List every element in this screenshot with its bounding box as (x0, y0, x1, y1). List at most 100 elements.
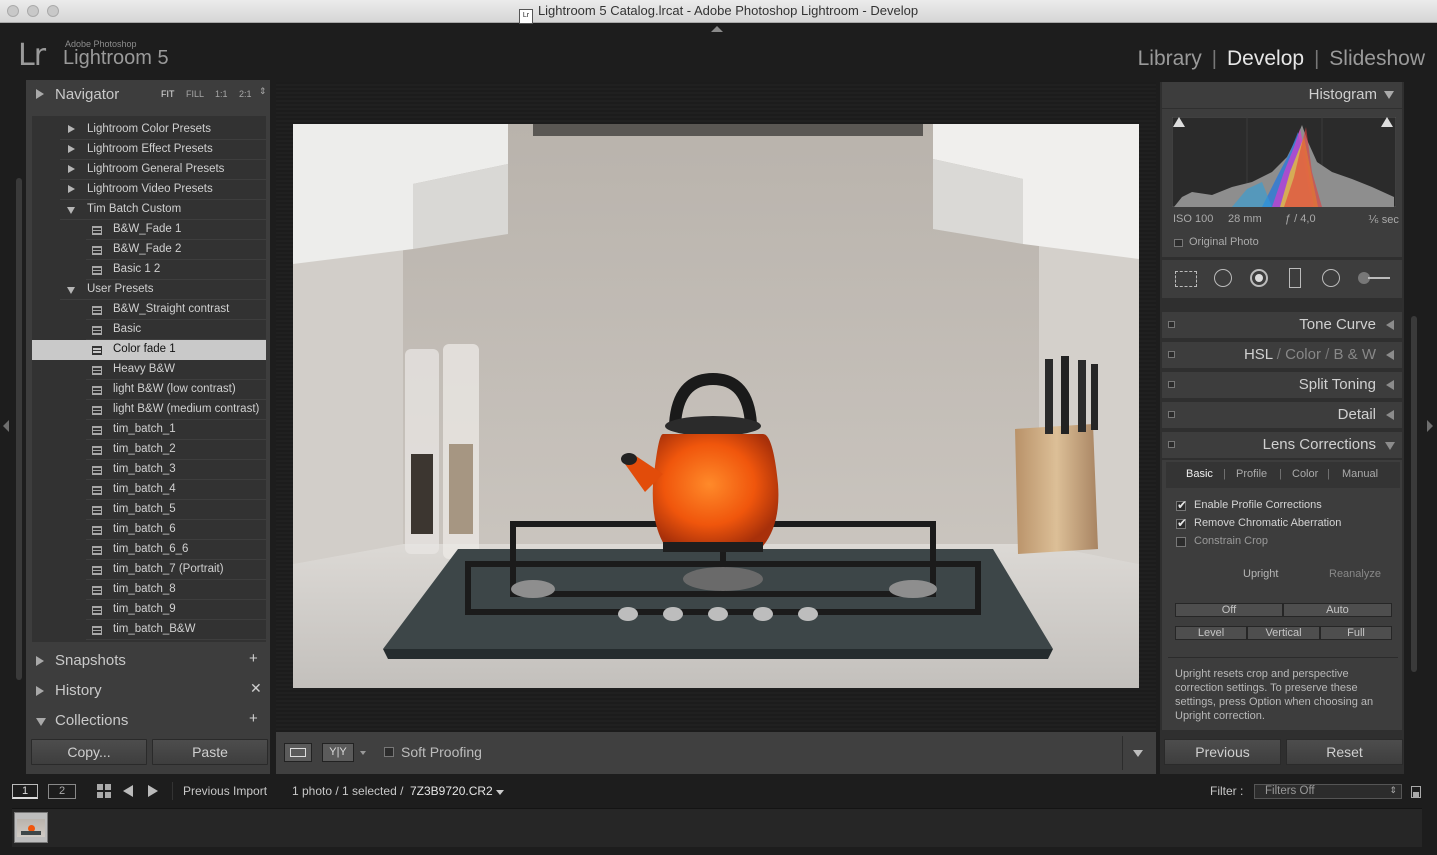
upright-off-button[interactable]: Off (1175, 603, 1283, 617)
filename-menu-icon[interactable] (496, 790, 504, 795)
preset-item[interactable]: Heavy B&W (32, 360, 266, 380)
lens-tab-profile[interactable]: Profile (1236, 468, 1267, 480)
split-toning-header[interactable]: Split Toning (1162, 372, 1402, 398)
bw-tab[interactable]: B & W (1333, 346, 1376, 363)
folder-collapsed-icon[interactable] (68, 145, 75, 153)
preset-folder[interactable]: Lightroom Color Presets (32, 120, 266, 140)
top-panel-toggle-icon[interactable] (711, 26, 723, 32)
before-after-button[interactable]: Y|Y (322, 743, 354, 762)
module-develop[interactable]: Develop (1227, 47, 1304, 70)
clear-history-icon[interactable]: ✕ (250, 680, 262, 697)
lens-tab-color[interactable]: Color (1292, 468, 1318, 480)
zoom-1-1[interactable]: 1:1 (215, 89, 228, 99)
preset-item[interactable]: tim_batch_5 (32, 500, 266, 520)
constrain-crop-checkbox[interactable] (1176, 537, 1186, 547)
remove-chromatic-aberration-checkbox[interactable] (1176, 516, 1187, 530)
photo-preview[interactable] (293, 124, 1139, 688)
reanalyze-button[interactable]: Reanalyze (1329, 568, 1381, 580)
add-snapshot-icon[interactable]: + (249, 650, 258, 667)
preset-item[interactable]: tim_batch_2 (32, 440, 266, 460)
preset-item[interactable]: Basic (32, 320, 266, 340)
zoom-fill[interactable]: FILL (186, 89, 204, 99)
previous-button[interactable]: Previous (1164, 739, 1281, 765)
filter-lock-icon[interactable] (1411, 786, 1421, 798)
zoom-more-icon[interactable]: ⇕ (259, 86, 267, 97)
preset-item[interactable]: tim_batch_6 (32, 520, 266, 540)
folder-collapsed-icon[interactable] (68, 165, 75, 173)
next-photo-icon[interactable] (148, 785, 158, 797)
preset-item[interactable]: Basic 1 2 (32, 260, 266, 280)
preset-folder[interactable]: Lightroom Video Presets (32, 180, 266, 200)
original-photo-checkbox[interactable] (1174, 239, 1183, 247)
split-toning-toggle[interactable] (1168, 381, 1175, 388)
filmstrip-thumbnail[interactable] (14, 812, 48, 843)
hsl-tab[interactable]: HSL (1244, 346, 1273, 363)
preset-item[interactable]: Color fade 1 (32, 340, 266, 360)
color-tab[interactable]: Color (1285, 346, 1321, 363)
preset-folder[interactable]: Lightroom Effect Presets (32, 140, 266, 160)
folder-expanded-icon[interactable] (67, 207, 75, 214)
module-library[interactable]: Library (1138, 47, 1202, 70)
secondary-window-button[interactable]: 2 (48, 784, 76, 799)
shadow-clipping-icon[interactable] (1173, 117, 1185, 127)
enable-profile-corrections-checkbox[interactable] (1176, 498, 1187, 512)
preset-item[interactable]: tim_batch_4 (32, 480, 266, 500)
add-collection-icon[interactable]: + (249, 710, 258, 727)
preset-item[interactable]: light B&W (medium contrast) (32, 400, 266, 420)
tone-curve-header[interactable]: Tone Curve (1162, 312, 1402, 338)
preset-item[interactable]: B&W_Fade 2 (32, 240, 266, 260)
snapshots-header[interactable]: Snapshots + (26, 647, 270, 675)
left-panel-toggle-icon[interactable] (3, 420, 9, 432)
soft-proofing-checkbox[interactable] (384, 747, 394, 757)
graduated-filter-icon[interactable] (1289, 268, 1301, 288)
lens-corrections-header[interactable]: Lens Corrections (1162, 432, 1402, 458)
history-header[interactable]: History ✕ (26, 677, 270, 705)
radial-filter-icon[interactable] (1322, 269, 1340, 287)
preset-item[interactable]: tim_batch_3 (32, 460, 266, 480)
reset-button[interactable]: Reset (1286, 739, 1403, 765)
zoom-fit[interactable]: FIT (161, 89, 175, 99)
upright-auto-button[interactable]: Auto (1283, 603, 1392, 617)
navigator-header[interactable]: Navigator FIT FILL 1:1 2:1 ⇕ (26, 80, 270, 108)
preset-item[interactable]: tim_batch_7 (Portrait) (32, 560, 266, 580)
before-after-menu-icon[interactable] (360, 751, 366, 755)
preset-item[interactable]: tim_batch_B&W (32, 620, 266, 640)
paste-settings-button[interactable]: Paste (152, 739, 268, 765)
loupe-view-button[interactable] (284, 743, 312, 762)
left-scrollbar[interactable] (16, 178, 22, 680)
zoom-2-1[interactable]: 2:1 (239, 89, 252, 99)
red-eye-icon[interactable] (1250, 269, 1268, 287)
histogram-header[interactable]: Histogram (1162, 82, 1402, 108)
highlight-clipping-icon[interactable] (1381, 117, 1393, 127)
detail-header[interactable]: Detail (1162, 402, 1402, 428)
lens-tab-basic[interactable]: Basic (1186, 468, 1213, 480)
lens-corrections-toggle[interactable] (1168, 441, 1175, 448)
module-slideshow[interactable]: Slideshow (1329, 47, 1425, 70)
right-scrollbar[interactable] (1411, 316, 1417, 672)
preset-item[interactable]: light B&W (low contrast) (32, 380, 266, 400)
preset-item[interactable]: tim_batch_6_6 (32, 540, 266, 560)
crop-tool-icon[interactable] (1175, 271, 1197, 287)
spot-removal-icon[interactable] (1214, 269, 1232, 287)
toolbar-menu-icon[interactable] (1133, 750, 1143, 757)
hsl-toggle[interactable] (1168, 351, 1175, 358)
preset-item[interactable]: tim_batch_1 (32, 420, 266, 440)
upright-vertical-button[interactable]: Vertical (1247, 626, 1320, 640)
preset-folder[interactable]: Lightroom General Presets (32, 160, 266, 180)
folder-collapsed-icon[interactable] (68, 125, 75, 133)
detail-toggle[interactable] (1168, 411, 1175, 418)
preset-item[interactable]: B&W_Straight contrast (32, 300, 266, 320)
preset-item[interactable]: tim_batch_9 (32, 600, 266, 620)
main-window-button[interactable]: 1 (12, 784, 38, 799)
preset-item[interactable]: B&W_Fade 1 (32, 220, 266, 240)
collections-header[interactable]: Collections + (26, 707, 270, 735)
preset-folder[interactable]: User Presets (32, 280, 266, 300)
lens-tab-manual[interactable]: Manual (1342, 468, 1378, 480)
preset-folder[interactable]: Tim Batch Custom (32, 200, 266, 220)
hsl-header[interactable]: HSL / Color / B & W (1162, 342, 1402, 368)
upright-full-button[interactable]: Full (1320, 626, 1392, 640)
copy-settings-button[interactable]: Copy... (31, 739, 147, 765)
folder-collapsed-icon[interactable] (68, 185, 75, 193)
selected-filename[interactable]: 7Z3B9720.CR2 (410, 784, 493, 798)
tone-curve-toggle[interactable] (1168, 321, 1175, 328)
